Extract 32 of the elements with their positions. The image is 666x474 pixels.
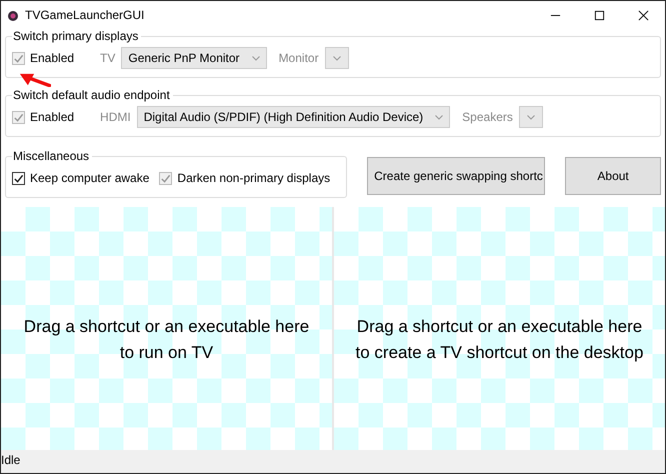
checkbox-label: Enabled [30, 110, 74, 124]
chevron-down-icon [252, 56, 260, 60]
checkbox-label: Keep computer awake [30, 171, 150, 185]
button[interactable]: Create generic swapping shortc [367, 157, 546, 195]
field-label: HDMI [100, 110, 131, 124]
dropdown[interactable]: Digital Audio (S/PDIF) (High Definition Audio Device) [136, 106, 450, 128]
field-label: Monitor [278, 51, 319, 65]
checkbox[interactable] [12, 172, 25, 184]
dropdown[interactable] [324, 47, 349, 69]
drop-zone-text: Drag a shortcut or an executable here to create a TV shortcut on the desktop [356, 316, 644, 364]
app-icon [7, 8, 19, 22]
group-title: Switch default audio endpoint [12, 88, 171, 102]
window-title: TVGameLauncherGUI [25, 8, 144, 22]
field-label: Speakers [462, 110, 513, 124]
checkbox-label: Darken non-primary displays [177, 171, 330, 185]
chevron-down-icon [332, 56, 341, 60]
chevron-down-icon [526, 114, 535, 120]
status-text: Idle [1, 454, 22, 466]
chevron-down-icon [435, 114, 444, 120]
drop-zone[interactable]: Drag a shortcut or an executable here to run on TV [1, 207, 332, 450]
dropdown[interactable]: Generic PnP Monitor [121, 47, 267, 69]
drop-zone-text: Drag a shortcut or an executable here to run on TV [24, 316, 310, 364]
maximize-icon [594, 10, 604, 20]
drop-zone[interactable]: Drag a shortcut or an executable here to create a TV shortcut on the desktop [334, 207, 665, 450]
group-title: Switch primary displays [12, 29, 140, 43]
dropdown[interactable] [518, 106, 543, 128]
button[interactable]: About [565, 157, 661, 195]
annotation-arrow [20, 74, 51, 87]
group-title: Miscellaneous [12, 149, 90, 163]
checkbox-label: Enabled [30, 51, 74, 65]
field-label: TV [100, 51, 116, 65]
close-icon [638, 10, 648, 20]
